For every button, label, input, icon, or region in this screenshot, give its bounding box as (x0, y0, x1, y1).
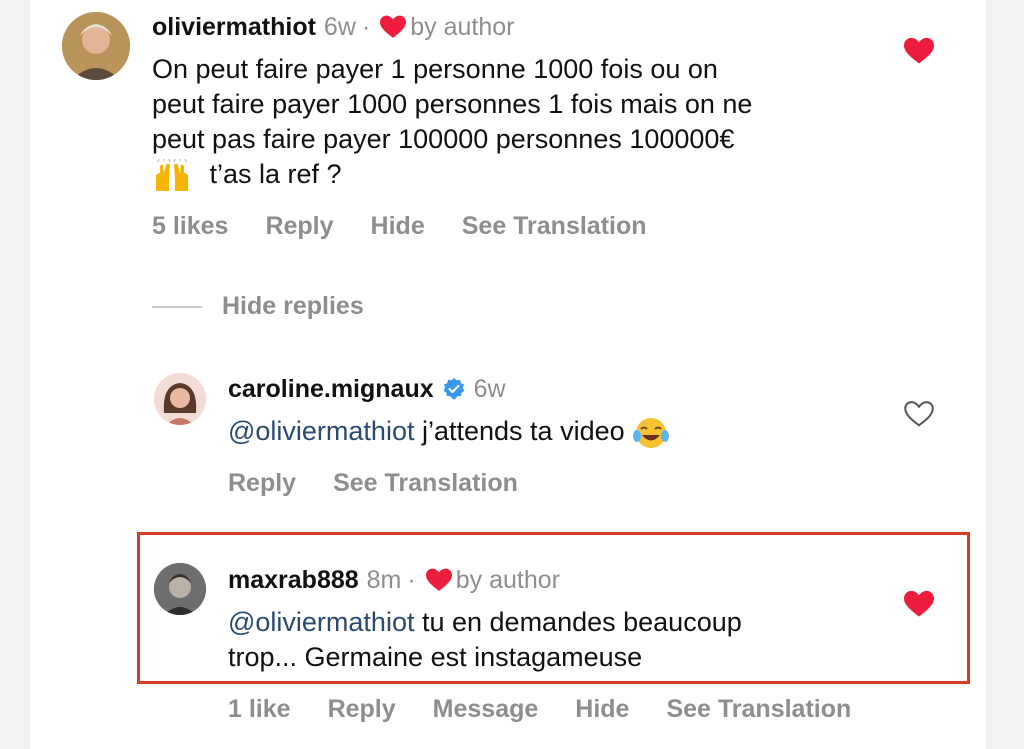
separator: · (361, 13, 371, 41)
comment-text: @oliviermathiot j’attends ta video (228, 414, 670, 450)
username[interactable]: oliviermathiot (152, 12, 316, 42)
timestamp: 6w (473, 375, 506, 403)
comment-header: oliviermathiot 6w · by author (152, 12, 514, 42)
username[interactable]: caroline.mignaux (228, 374, 434, 404)
timestamp: 6w (323, 13, 356, 41)
hide-replies-toggle[interactable]: Hide replies (152, 292, 364, 321)
highlight-box (137, 532, 970, 684)
raising-hands-emoji (156, 158, 188, 191)
comment-line: peut faire payer 1000 personnes 1 fois m… (152, 89, 753, 119)
comment-header: caroline.mignaux 6w (228, 374, 506, 404)
reply-button[interactable]: Reply (328, 695, 396, 724)
comment-body: j’attends ta video (421, 416, 625, 446)
divider (152, 305, 202, 308)
comment-actions: 1 like Reply Message Hide See Translatio… (228, 695, 888, 724)
comment-text: On peut faire payer 1 personne 1000 fois… (152, 52, 912, 193)
comment-line: On peut faire payer 1 personne 1000 fois… (152, 54, 718, 84)
likes-count[interactable]: 5 likes (152, 212, 228, 241)
see-translation-button[interactable]: See Translation (666, 695, 851, 724)
comment-tail: t’as la ref ? (209, 159, 342, 189)
see-translation-button[interactable]: See Translation (462, 212, 647, 241)
like-heart-icon[interactable] (904, 37, 934, 65)
heart-icon (380, 15, 407, 38)
tears-of-joy-emoji (633, 417, 670, 448)
comment-line: peut pas faire payer 100000 personnes 10… (152, 124, 735, 154)
liked-by-author-label: by author (410, 13, 515, 41)
likes-count[interactable]: 1 like (228, 695, 291, 724)
verified-badge-icon (443, 378, 465, 400)
mention-link[interactable]: @oliviermathiot (228, 416, 414, 446)
message-button[interactable]: Message (433, 695, 539, 724)
comment-actions: Reply See Translation (228, 469, 555, 498)
avatar[interactable] (62, 12, 130, 80)
hide-button[interactable]: Hide (575, 695, 629, 724)
comment-line: t’as la ref ? (152, 157, 912, 193)
like-heart-outline-icon[interactable] (904, 400, 934, 428)
hide-replies-label: Hide replies (222, 292, 364, 320)
hide-button[interactable]: Hide (371, 212, 425, 241)
see-translation-button[interactable]: See Translation (333, 469, 518, 498)
reply-button[interactable]: Reply (265, 212, 333, 241)
reply-button[interactable]: Reply (228, 469, 296, 498)
avatar[interactable] (154, 373, 206, 425)
comment-actions: 5 likes Reply Hide See Translation (152, 212, 684, 241)
